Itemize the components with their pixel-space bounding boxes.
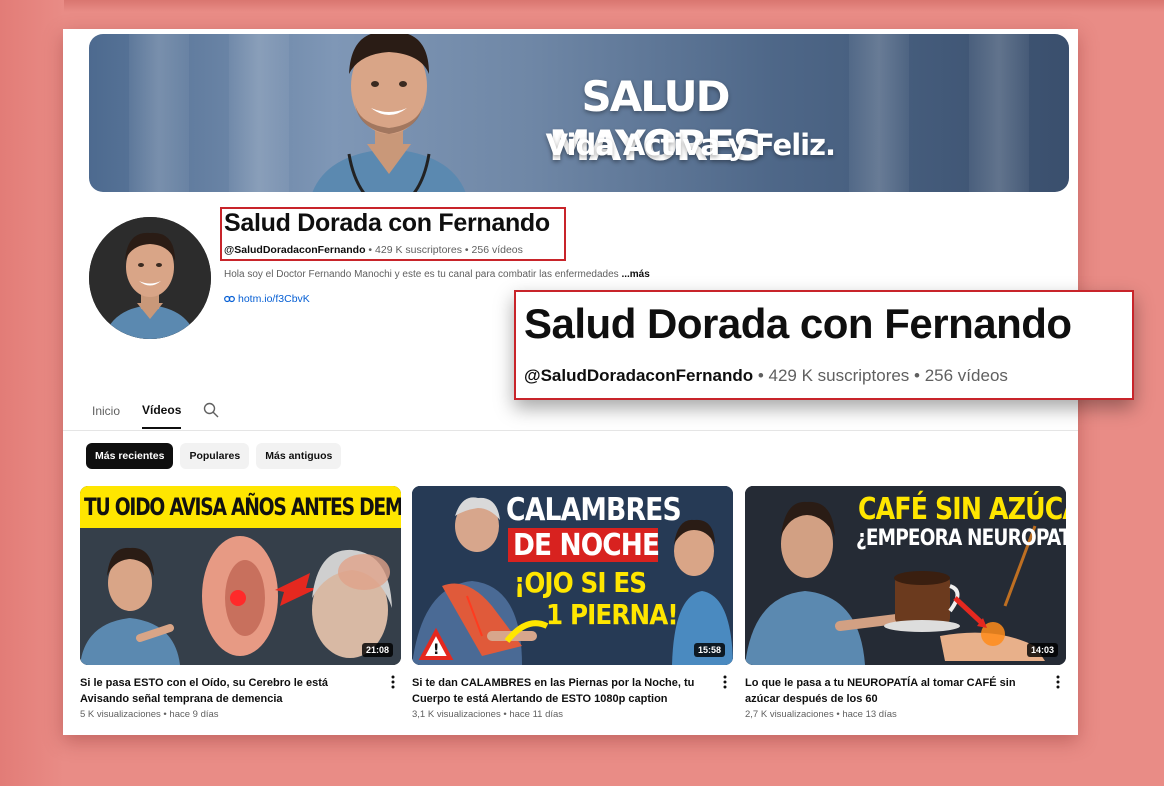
video-more-options[interactable] (723, 675, 727, 691)
thumb-illustration (80, 528, 401, 665)
video-title[interactable]: Si le pasa ESTO con el Oído, su Cerebro … (80, 675, 370, 707)
thumb-title-text: TU OIDO AVISA AÑOS ANTES DEMENCIA (84, 493, 401, 521)
channel-meta: @SaludDoradaconFernando • 429 K suscript… (224, 244, 523, 256)
channel-avatar[interactable] (89, 217, 211, 339)
thumb-title-text: ¿EMPEORA NEUROPATÍA? (856, 526, 1066, 551)
meta-separator: • (753, 366, 769, 385)
video-age: hace 9 días (169, 709, 219, 720)
banner-window-light (969, 34, 1029, 192)
more-vert-icon (723, 675, 727, 689)
video-duration: 21:08 (361, 643, 393, 657)
tabs-divider (63, 430, 1078, 431)
more-vert-icon (1056, 675, 1060, 689)
more-link[interactable]: ...más (621, 269, 649, 280)
meta-separator: • (462, 244, 472, 256)
avatar-doctor-image (89, 217, 211, 339)
channel-name: Salud Dorada con Fernando (224, 209, 550, 237)
background-top-strip (0, 0, 1164, 12)
chip-mas-antiguos[interactable]: Más antiguos (256, 443, 342, 469)
meta-separator: • (365, 244, 376, 256)
zoom-channel-handle: @SaludDoradaconFernando (524, 366, 754, 385)
channel-description: Hola soy el Doctor Fernando Manochi y es… (224, 269, 619, 280)
video-views: 3,1 K visualizaciones (412, 709, 501, 720)
background-left-edge (0, 0, 64, 786)
channel-handle: @SaludDoradaconFernando (224, 244, 366, 256)
video-card[interactable]: CAFÉ SIN AZÚCAR ¿EMPEORA NEUROPATÍA? 14:… (745, 486, 1066, 720)
zoom-video-count: 256 vídeos (924, 366, 1008, 385)
video-thumbnail[interactable]: CAFÉ SIN AZÚCAR ¿EMPEORA NEUROPATÍA? 14:… (745, 486, 1066, 665)
video-age: hace 13 días (842, 709, 897, 720)
banner-doctor-image (312, 34, 466, 192)
thumb-title-text: 1 PIERNA! (546, 598, 679, 631)
thumb-title-text: DE NOCHE (513, 528, 660, 563)
video-duration: 14:03 (1026, 643, 1058, 657)
thumb-title-text: CALAMBRES (506, 492, 682, 528)
tab-videos[interactable]: Vídeos (142, 403, 182, 429)
video-card[interactable]: TU OIDO AVISA AÑOS ANTES DEMENCIA 21:08 … (80, 486, 401, 720)
chip-mas-recientes[interactable]: Más recientes (86, 443, 174, 469)
video-thumbnail[interactable]: TU OIDO AVISA AÑOS ANTES DEMENCIA 21:08 (80, 486, 401, 665)
channel-description-row[interactable]: Hola soy el Doctor Fernando Manochi y es… (224, 269, 650, 280)
channel-search-button[interactable] (203, 402, 219, 421)
thumb-title-text: ¡OJO SI ES (514, 566, 647, 599)
tab-inicio[interactable]: Inicio (92, 404, 120, 428)
subscriber-count: 429 K suscriptores (375, 244, 462, 256)
video-thumbnail[interactable]: ! CALAMBRES DE NOCHE ¡OJO SI ES 1 PIERNA… (412, 486, 733, 665)
banner-subtitle: Vida Activa y Feliz. (545, 128, 836, 162)
video-card[interactable]: ! CALAMBRES DE NOCHE ¡OJO SI ES 1 PIERNA… (412, 486, 733, 720)
zoom-channel-meta: @SaludDoradaconFernando • 429 K suscript… (524, 366, 1008, 386)
video-more-options[interactable] (1056, 675, 1060, 691)
video-more-options[interactable] (391, 675, 395, 691)
svg-text:!: ! (433, 642, 439, 658)
zoom-subscriber-count: 429 K suscriptores (768, 366, 910, 385)
sort-chips: Más recientes Populares Más antiguos (86, 443, 342, 469)
video-title[interactable]: Si te dan CALAMBRES en las Piernas por l… (412, 675, 702, 707)
video-duration: 15:58 (693, 643, 725, 657)
chip-populares[interactable]: Populares (180, 443, 250, 469)
link-icon (224, 295, 235, 303)
zoom-channel-name: Salud Dorada con Fernando (524, 300, 1072, 347)
channel-tabs: Inicio Vídeos (92, 402, 219, 429)
thumb-title-text: CAFÉ SIN AZÚCAR (858, 492, 1066, 527)
channel-external-link[interactable]: hotm.io/f3CbvK (224, 293, 310, 305)
channel-link-text: hotm.io/f3CbvK (238, 293, 310, 305)
video-views: 5 K visualizaciones (80, 709, 161, 720)
video-views: 2,7 K visualizaciones (745, 709, 834, 720)
video-meta: 3,1 K visualizaciones • hace 11 días (412, 709, 564, 720)
search-icon (204, 402, 219, 417)
banner-window-light (849, 34, 909, 192)
video-count: 256 vídeos (471, 244, 523, 256)
more-vert-icon (391, 675, 395, 689)
banner-window-light (129, 34, 189, 192)
video-meta: 2,7 K visualizaciones • hace 13 días (745, 709, 897, 720)
banner-window-light (229, 34, 289, 192)
video-age: hace 11 días (509, 709, 564, 720)
channel-zoom-callout: Salud Dorada con Fernando @SaludDoradaco… (514, 290, 1134, 400)
meta-separator: • (909, 366, 925, 385)
video-title[interactable]: Lo que le pasa a tu NEUROPATÍA al tomar … (745, 675, 1035, 707)
video-meta: 5 K visualizaciones • hace 9 días (80, 709, 219, 720)
channel-banner: SALUD MAYORES Vida Activa y Feliz. (89, 34, 1069, 192)
